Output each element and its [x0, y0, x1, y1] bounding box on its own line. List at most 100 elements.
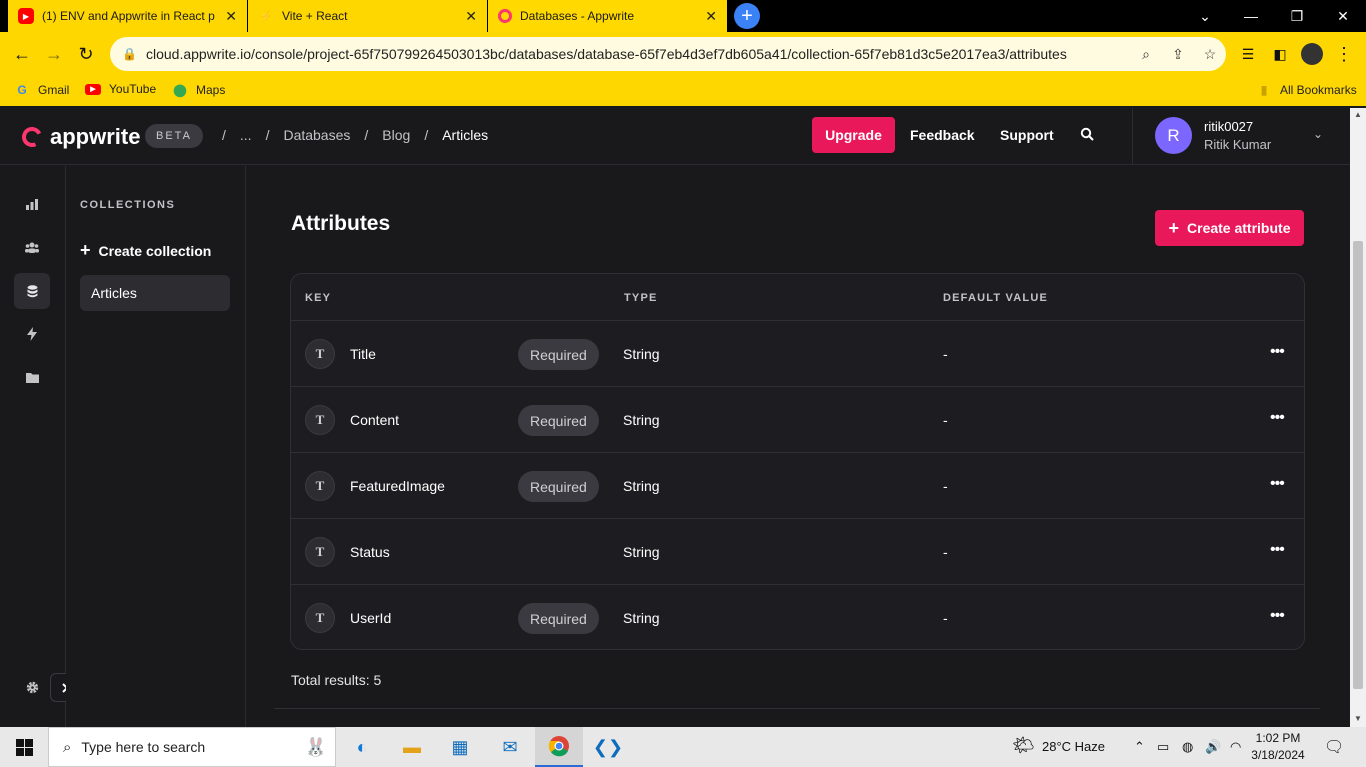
more-options-icon[interactable]: •••	[1270, 409, 1285, 427]
minimize-button[interactable]: —	[1228, 0, 1274, 32]
restore-button[interactable]: ❐	[1274, 0, 1320, 32]
required-badge: Required	[518, 339, 599, 370]
scrollbar-thumb[interactable]	[1353, 241, 1363, 689]
bookmark-youtube[interactable]: ▶ YouTube	[85, 82, 156, 96]
maps-icon: ⬤	[173, 83, 187, 97]
clock-time: 1:02 PM	[1255, 731, 1301, 745]
network-icon[interactable]: ◍	[1182, 739, 1193, 755]
breadcrumb-ellipsis[interactable]: ...	[240, 127, 252, 143]
username[interactable]: ritik0027	[1204, 119, 1253, 134]
avatar[interactable]: R	[1155, 117, 1192, 154]
bookmark-maps[interactable]: ⬤ Maps	[172, 82, 225, 98]
vscode-icon[interactable]: ❮❯	[584, 727, 632, 767]
scroll-up-icon[interactable]: ▲	[1353, 110, 1363, 120]
create-collection-button[interactable]: + Create collection	[80, 240, 211, 261]
table-row[interactable]: T Status String - •••	[291, 519, 1304, 585]
breadcrumb-separator: /	[364, 127, 369, 143]
chrome-icon[interactable]	[535, 727, 583, 767]
storage-folder-icon[interactable]	[14, 359, 50, 395]
nav-icon-rail	[0, 166, 66, 727]
browser-tab-bar: ▶ (1) ENV and Appwrite in React p ✕ ⚡ Vi…	[0, 0, 1366, 32]
taskbar-search-input[interactable]: ⌕ Type here to search 🐰	[48, 727, 336, 767]
windows-start-icon[interactable]	[0, 727, 48, 767]
share-icon[interactable]: ⇪	[1162, 46, 1194, 63]
attribute-key: UserId	[350, 610, 392, 626]
appwrite-icon	[498, 9, 512, 23]
all-bookmarks[interactable]: ▮ All Bookmarks	[1256, 82, 1357, 98]
system-clock[interactable]: 1:02 PM 3/18/2024	[1246, 730, 1310, 764]
bookmarks-bar: G Gmail ▶ YouTube ⬤ Maps ▮ All Bookmarks	[0, 76, 1366, 106]
volume-icon[interactable]: 🔊	[1205, 739, 1221, 755]
close-tab-icon[interactable]: ✕	[225, 8, 237, 25]
browser-tab-vite[interactable]: ⚡ Vite + React ✕	[248, 0, 488, 32]
browser-tab-appwrite[interactable]: Databases - Appwrite ✕	[488, 0, 728, 32]
profile-avatar-icon[interactable]	[1300, 42, 1324, 66]
zoom-search-icon[interactable]: ⌕	[1130, 46, 1162, 63]
user-fullname[interactable]: Ritik Kumar	[1204, 137, 1271, 152]
close-tab-icon[interactable]: ✕	[705, 8, 717, 25]
page-scrollbar[interactable]: ▲ ▼	[1350, 108, 1366, 727]
functions-bolt-icon[interactable]	[14, 316, 50, 352]
overview-icon[interactable]	[14, 186, 50, 222]
more-options-icon[interactable]: •••	[1270, 343, 1285, 361]
chevron-down-icon[interactable]: ⌄	[1313, 127, 1323, 141]
address-bar[interactable]: 🔒 cloud.appwrite.io/console/project-65f7…	[110, 37, 1226, 71]
breadcrumb-databases[interactable]: Databases	[283, 127, 350, 143]
weather-text[interactable]: 28°C Haze	[1042, 739, 1105, 754]
bookmark-star-icon[interactable]: ☆	[1194, 46, 1226, 63]
upgrade-button[interactable]: Upgrade	[812, 117, 895, 153]
settings-gear-icon[interactable]	[14, 669, 50, 705]
more-options-icon[interactable]: •••	[1270, 541, 1285, 559]
text-type-icon: T	[305, 339, 335, 369]
table-row[interactable]: T Content Required String - •••	[291, 387, 1304, 453]
file-explorer-icon[interactable]: ▬	[388, 727, 436, 767]
breadcrumb-blog[interactable]: Blog	[382, 127, 410, 143]
collection-item-articles[interactable]: Articles	[80, 275, 230, 311]
close-tab-icon[interactable]: ✕	[465, 8, 477, 25]
attribute-type: String	[623, 544, 660, 560]
breadcrumb: / ... / Databases / Blog / Articles	[222, 127, 488, 143]
microsoft-store-icon[interactable]: ▦	[436, 727, 484, 767]
create-attribute-button[interactable]: + Create attribute	[1155, 210, 1304, 246]
appwrite-logo[interactable]: appwrite	[19, 124, 140, 150]
search-icon[interactable]	[1080, 127, 1094, 144]
tab-search-chevron-icon[interactable]: ⌄	[1182, 0, 1228, 32]
wifi-icon[interactable]: ◠	[1230, 739, 1241, 755]
table-row[interactable]: T Title Required String - •••	[291, 321, 1304, 387]
mail-icon[interactable]: ✉	[486, 727, 534, 767]
browser-toolbar: ← → ↻ 🔒 cloud.appwrite.io/console/projec…	[0, 32, 1366, 76]
browser-tab-youtube[interactable]: ▶ (1) ENV and Appwrite in React p ✕	[8, 0, 248, 32]
reading-list-icon[interactable]: ☰	[1236, 42, 1260, 66]
battery-icon[interactable]: ▭	[1157, 739, 1169, 755]
table-row[interactable]: T UserId Required String - •••	[291, 585, 1304, 649]
scroll-down-icon[interactable]: ▼	[1353, 714, 1363, 724]
create-collection-label: Create collection	[98, 242, 212, 259]
bookmark-label: Maps	[196, 83, 226, 97]
forward-button[interactable]: →	[42, 42, 66, 66]
more-options-icon[interactable]: •••	[1270, 475, 1285, 493]
easter-bunny-icon: 🐰	[304, 736, 327, 757]
collections-heading: COLLECTIONS	[80, 199, 176, 211]
databases-icon[interactable]	[14, 273, 50, 309]
chrome-menu-icon[interactable]: ⋮	[1332, 42, 1356, 66]
reload-button[interactable]: ↻	[74, 42, 98, 66]
notifications-icon[interactable]: 🗨	[1324, 737, 1344, 757]
weather-icon[interactable]: 🌤	[1012, 735, 1035, 756]
table-row[interactable]: T FeaturedImage Required String - •••	[291, 453, 1304, 519]
new-tab-button[interactable]: +	[734, 3, 760, 29]
site-info-icon[interactable]: 🔒	[122, 47, 137, 61]
side-panel-icon[interactable]: ◧	[1268, 42, 1292, 66]
breadcrumb-articles[interactable]: Articles	[442, 127, 488, 143]
chevron-up-icon[interactable]: ⌃	[1134, 739, 1145, 755]
close-window-button[interactable]: ✕	[1320, 0, 1366, 32]
appwrite-logo-icon	[19, 124, 45, 150]
edge-browser-icon[interactable]: ◐	[338, 727, 386, 767]
auth-users-icon[interactable]	[14, 229, 50, 265]
more-options-icon[interactable]: •••	[1270, 607, 1285, 625]
breadcrumb-separator: /	[222, 127, 226, 143]
feedback-button[interactable]: Feedback	[910, 127, 975, 143]
text-type-icon: T	[305, 537, 335, 567]
back-button[interactable]: ←	[10, 42, 34, 66]
support-button[interactable]: Support	[1000, 127, 1054, 143]
bookmark-gmail[interactable]: G Gmail	[14, 82, 69, 98]
